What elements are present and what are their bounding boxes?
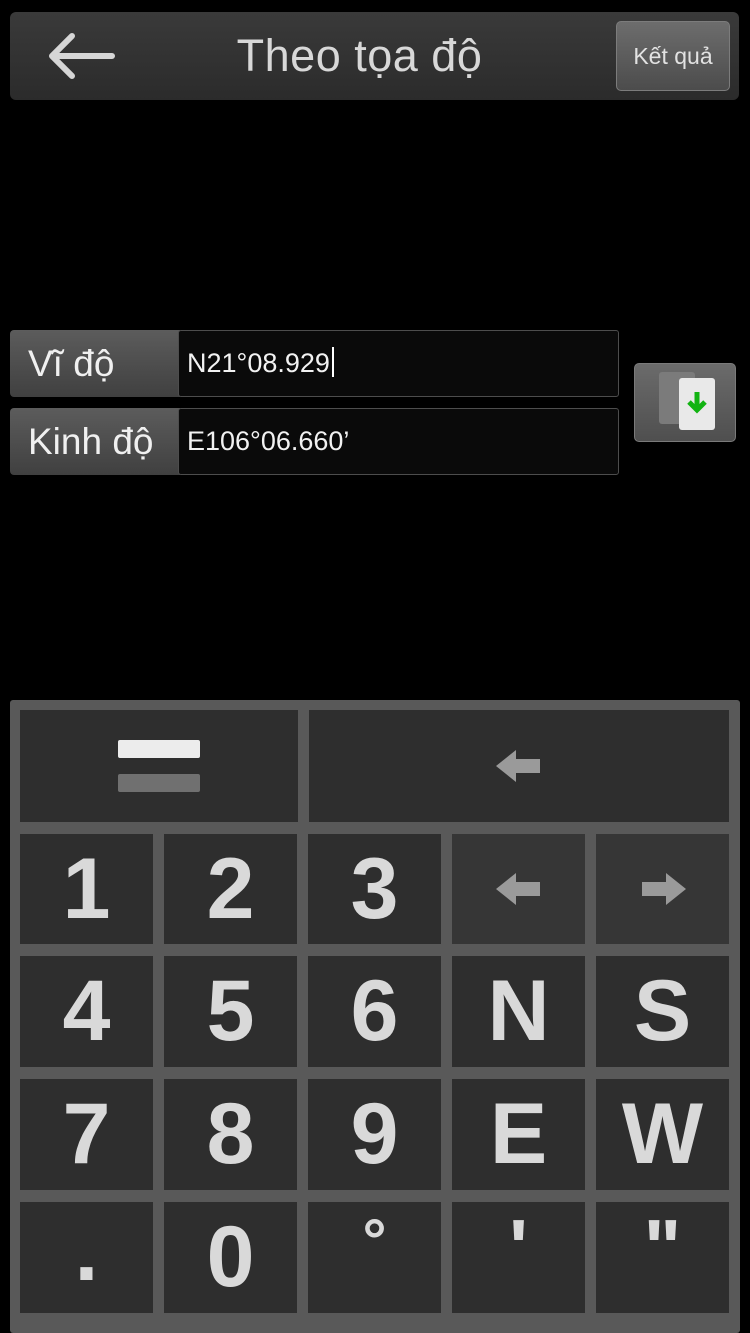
text-cursor [331,347,334,377]
paste-button[interactable] [634,363,736,442]
arrow-left-icon [49,33,115,79]
result-button[interactable]: Kết quả [616,21,730,91]
longitude-row: Kinh độ E106°06.660’ [10,408,619,475]
latitude-input[interactable]: N21°08.929 [178,330,619,397]
latitude-value: N21°08.929 [187,348,330,378]
cursor-left-key[interactable] [452,834,585,944]
key-7[interactable]: 7 [20,1079,153,1190]
longitude-label: Kinh độ [10,408,180,475]
coordinate-keypad: 1 2 3 4 5 6 N S 7 8 9 E W . 0 ° ' " [10,700,740,1333]
key-degree[interactable]: ° [308,1202,441,1313]
cursor-right-key[interactable] [596,834,729,944]
key-second[interactable]: " [596,1202,729,1313]
longitude-value: E106°06.660’ [187,426,350,456]
key-4[interactable]: 4 [20,956,153,1067]
backspace-arrow-icon [496,750,540,782]
latitude-row: Vĩ độ N21°08.929 [10,330,619,397]
key-6[interactable]: 6 [308,956,441,1067]
latitude-label: Vĩ độ [10,330,180,397]
toggle-lines-icon [118,740,200,792]
key-s[interactable]: S [596,956,729,1067]
longitude-input[interactable]: E106°06.660’ [178,408,619,475]
key-2[interactable]: 2 [164,834,297,944]
paste-icon [659,372,715,430]
key-1[interactable]: 1 [20,834,153,944]
key-minute[interactable]: ' [452,1202,585,1313]
mode-toggle-key[interactable] [20,710,298,822]
key-e[interactable]: E [452,1079,585,1190]
key-9[interactable]: 9 [308,1079,441,1190]
cursor-left-icon [495,873,540,905]
key-w[interactable]: W [596,1079,729,1190]
key-0[interactable]: 0 [164,1202,297,1313]
key-8[interactable]: 8 [164,1079,297,1190]
backspace-key[interactable] [309,710,729,822]
page-title: Theo tọa độ [236,30,483,81]
key-dot[interactable]: . [20,1202,153,1313]
key-n[interactable]: N [452,956,585,1067]
key-5[interactable]: 5 [164,956,297,1067]
cursor-right-icon [641,873,686,905]
app-header: Theo tọa độ Kết quả [10,12,739,100]
back-button[interactable] [40,30,120,82]
key-3[interactable]: 3 [308,834,441,944]
